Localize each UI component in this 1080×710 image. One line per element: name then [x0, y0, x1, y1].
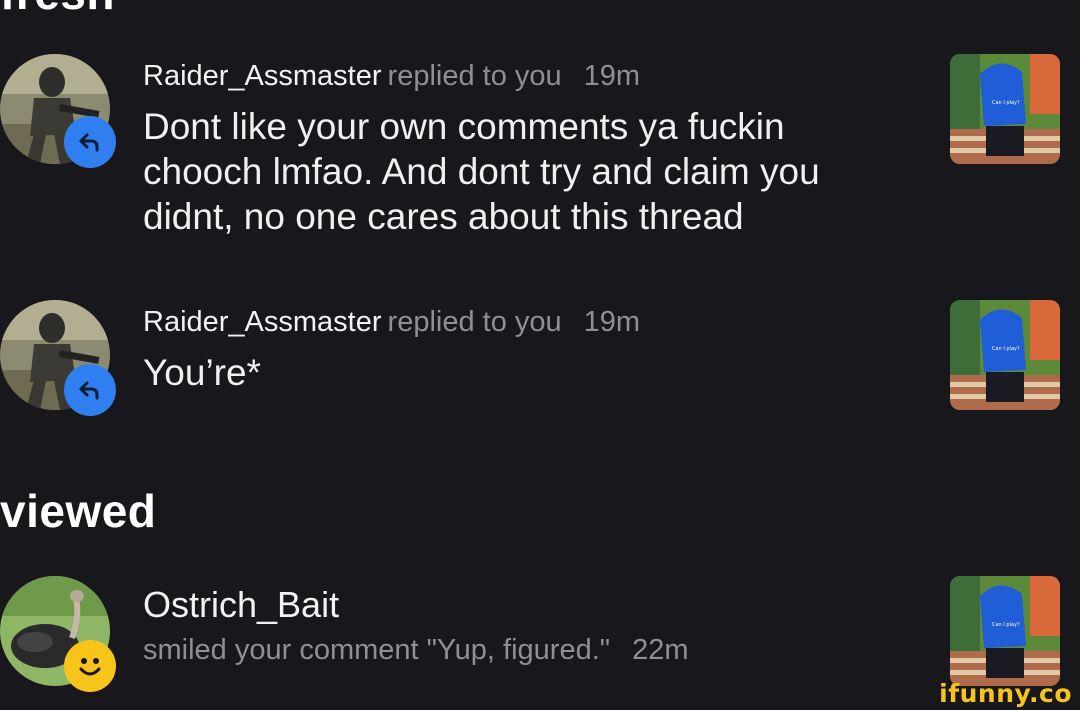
thumbnail-image: Can I play?: [950, 300, 1060, 410]
timestamp: 19m: [583, 306, 641, 338]
comment-text: Dont like your own comments ya fuckin ch…: [143, 106, 820, 237]
thumbnail-caption: Can I play?: [992, 622, 1020, 628]
thumbnail-caption: Can I play?: [992, 100, 1020, 106]
timestamp: 22m: [632, 634, 689, 666]
section-title-fresh: fresh: [0, 0, 115, 16]
post-thumbnail[interactable]: Can I play?: [950, 54, 1060, 164]
ifunny-watermark: ifunny.co: [939, 679, 1072, 708]
reply-icon: [79, 381, 99, 400]
reply-badge: [64, 364, 116, 416]
action-text: smiled your comment "Yup, figured.": [143, 634, 611, 666]
section-title-viewed: viewed: [0, 485, 157, 537]
username[interactable]: Ostrich_Bait: [143, 584, 339, 625]
timestamp: 19m: [583, 60, 641, 92]
username[interactable]: Raider_Assmaster: [143, 306, 382, 338]
action-text: replied to you: [387, 306, 562, 338]
smile-badge: [64, 640, 116, 692]
reply-badge: [64, 116, 116, 168]
notification-meta: smiled your comment "Yup, figured." 22m: [143, 634, 689, 667]
post-thumbnail[interactable]: Can I play?: [950, 300, 1060, 410]
reply-icon: [79, 133, 99, 152]
thumbnail-image: Can I play?: [950, 54, 1060, 164]
comment-text: You’re*: [143, 352, 261, 393]
notification-username-line: Ostrich_Bait: [143, 584, 339, 625]
smile-icon: [79, 658, 101, 676]
notification-meta: Raider_Assmaster replied to you 19m: [143, 60, 640, 93]
username[interactable]: Raider_Assmaster: [143, 60, 382, 92]
thumbnail-caption: Can I play?: [992, 346, 1020, 352]
post-thumbnail[interactable]: Can I play?: [950, 576, 1060, 686]
action-text: replied to you: [387, 60, 562, 92]
thumbnail-image: Can I play?: [950, 576, 1060, 686]
notification-meta: Raider_Assmaster replied to you 19m: [143, 306, 640, 339]
